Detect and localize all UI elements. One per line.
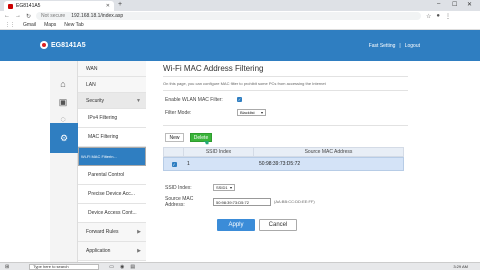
nav-application[interactable]: Application ▶ (78, 242, 146, 261)
apply-button[interactable]: Apply (217, 219, 255, 231)
back-icon[interactable]: ← (4, 13, 10, 19)
row-checkbox-cell: ✓ (164, 161, 184, 167)
nav-security-label: Security (86, 97, 105, 104)
bookmarks-bar: ⋮⋮ Gmail Maps New Tab (0, 21, 480, 30)
home-icon[interactable]: ⌂ (57, 78, 69, 90)
filter-mode-label: Filter Mode: (165, 110, 192, 116)
ssid-index-value: SSID1 (216, 185, 228, 190)
huawei-logo-icon (40, 41, 48, 49)
reload-icon[interactable]: ↻ (26, 13, 31, 20)
row-source-mac: 50:98:39:73:D5:72 (259, 161, 301, 167)
network-icon[interactable]: ▣ (57, 96, 69, 108)
taskbar: ⊞ Type here to search ▭ ◉ ▤ 3:29 AM (0, 262, 480, 270)
nav-parental-control[interactable]: Parental Control (78, 166, 146, 185)
ssid-index-label: SSID Index: (165, 185, 192, 191)
not-secure-label: Not secure (41, 13, 66, 19)
ssid-index-select[interactable]: SSID1 ▾ (213, 184, 235, 191)
column-source-mac: Source MAC Address (304, 149, 353, 155)
new-button[interactable]: New (165, 133, 184, 142)
nav-mac-filtering-label: MAC Filtering (88, 134, 119, 140)
page-title: Wi-Fi MAC Address Filtering (163, 64, 264, 73)
router-brand: EG8141A5 (51, 41, 86, 49)
file-explorer-icon[interactable]: ▤ (130, 264, 135, 270)
filter-mode-select[interactable]: Blacklist ▾ (237, 109, 266, 116)
cancel-button[interactable]: Cancel (259, 219, 297, 231)
nav-ipv4-filtering-label: IPv4 Filtering (88, 115, 118, 121)
bookmark-star-icon[interactable]: ☆ (426, 13, 431, 20)
column-ssid-index: SSID Index (184, 148, 254, 156)
browser-tab-title: EG8141A5 (16, 3, 41, 9)
nav-application-label: Application (86, 248, 111, 254)
close-tab-icon[interactable]: ✕ (106, 3, 110, 9)
taskbar-search[interactable]: Type here to search (29, 263, 100, 270)
menu-icon[interactable]: ⋮ (445, 13, 451, 20)
profile-icon[interactable]: ● (436, 13, 440, 19)
row-ssid-index: 1 (187, 161, 190, 167)
bookmark-new-tab[interactable]: New Tab (64, 22, 83, 28)
chrome-icon[interactable]: ◉ (120, 264, 124, 270)
apps-icon[interactable]: ⋮⋮ (5, 22, 15, 28)
mouse-cursor-icon: ☚ (203, 140, 210, 147)
forward-icon[interactable]: → (15, 13, 21, 19)
chevron-right-icon: ▶ (137, 248, 141, 254)
nav-lan-label: LAN (86, 81, 96, 88)
nav-forward-rules[interactable]: Forward Rules ▶ (78, 223, 146, 242)
nav-mac-filtering[interactable]: MAC Filtering (78, 128, 146, 147)
minimize-icon[interactable]: – (437, 1, 440, 7)
windows-start-icon[interactable]: ⊞ (5, 264, 9, 270)
nav-wifi-mac-filtering-label: Wi-Fi MAC Filterin... (81, 154, 117, 159)
chevron-down-icon: ▼ (136, 97, 141, 104)
bookmark-gmail[interactable]: Gmail (23, 22, 36, 28)
chevron-down-icon: ▾ (229, 185, 232, 190)
fast-setting-link[interactable]: Fast Setting (369, 43, 396, 49)
router-logo: EG8141A5 (40, 41, 86, 49)
nav-device-access-control[interactable]: Device Access Cont... (78, 204, 146, 223)
browser-toolbar: ← → ↻ Not secure 192.168.18.1/index.asp … (0, 11, 480, 21)
description-divider (163, 90, 408, 91)
chevron-right-icon: ▶ (137, 229, 141, 235)
row-checkbox[interactable]: ✓ (171, 161, 177, 167)
nav-wifi-mac-filtering[interactable]: Wi-Fi MAC Filterin... (78, 147, 146, 166)
nav-security[interactable]: Security ▼ (78, 93, 146, 109)
advanced-settings-icon[interactable]: ⚙ (50, 123, 78, 153)
maximize-icon[interactable]: ☐ (452, 1, 457, 8)
form-divider (163, 125, 408, 126)
nav-precise-device-access-label: Precise Device Acc... (88, 191, 135, 197)
source-mac-input[interactable]: 50:98:39:73:D5:72 (213, 198, 271, 206)
logout-link[interactable]: Logout (405, 43, 420, 49)
enable-filter-label: Enable WLAN MAC Filter: (165, 97, 223, 103)
router-favicon-icon (8, 3, 13, 9)
title-divider (163, 76, 408, 77)
taskbar-clock: 3:29 AM (453, 264, 468, 269)
select-all-cell (164, 148, 184, 156)
url-text: 192.168.18.1/index.asp (71, 13, 124, 19)
nav-parental-control-label: Parental Control (88, 172, 125, 178)
nav-wan-label: WAN (86, 65, 98, 72)
task-view-icon[interactable]: ▭ (109, 264, 114, 270)
enable-filter-checkbox[interactable]: ✓ (237, 97, 242, 102)
nav-ipv4-filtering[interactable]: IPv4 Filtering (78, 109, 146, 128)
nav-device-access-control-label: Device Access Cont... (88, 210, 137, 216)
nav-lan[interactable]: LAN (78, 77, 146, 93)
header-separator: | (399, 43, 401, 49)
nav-precise-device-access[interactable]: Precise Device Acc... (78, 185, 146, 204)
source-mac-label: Source MAC Address: (165, 196, 194, 208)
taskbar-search-text: Type here to search (33, 264, 69, 269)
table-row[interactable]: ✓ 1 50:98:39:73:D5:72 (163, 157, 404, 171)
close-window-icon[interactable]: ✕ (467, 1, 472, 8)
browser-tab[interactable]: EG8141A5 ✕ (4, 1, 114, 11)
address-bar[interactable]: Not secure 192.168.18.1/index.asp (36, 12, 422, 20)
source-mac-format-hint: (AA:BB:CC:DD:EE:FF) (274, 199, 315, 204)
nav-forward-rules-label: Forward Rules (86, 229, 119, 235)
chevron-down-icon: ▾ (260, 110, 263, 115)
nav-wan[interactable]: WAN (78, 61, 146, 77)
page-description: On this page, you can configure MAC filt… (163, 81, 326, 86)
icon-rail (50, 61, 78, 270)
new-tab-button[interactable]: + (118, 1, 122, 8)
mac-table-header: SSID Index Source MAC Address (163, 147, 404, 157)
header-links: Fast Setting | Logout (369, 43, 420, 49)
bookmark-maps[interactable]: Maps (44, 22, 56, 28)
filter-mode-value: Blacklist (240, 110, 255, 115)
